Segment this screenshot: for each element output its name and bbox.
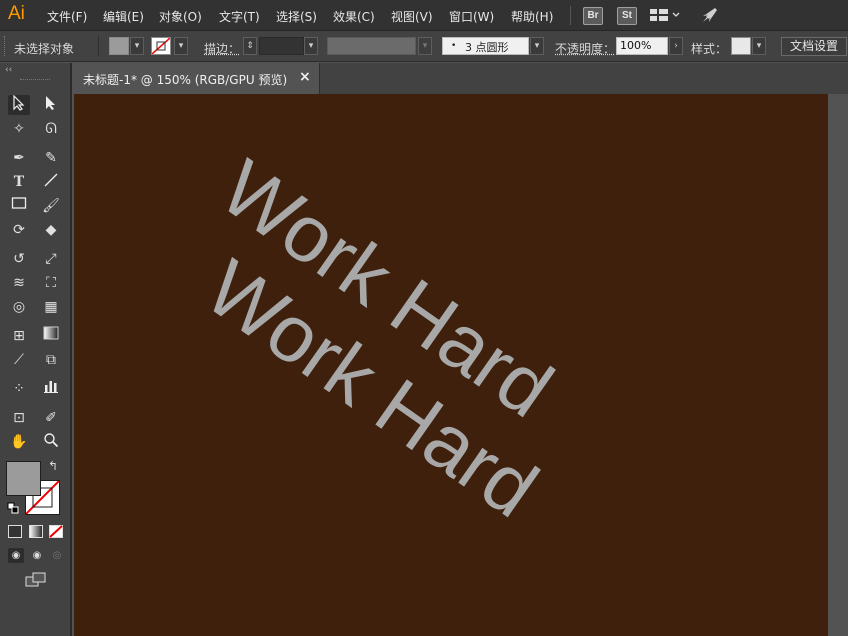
brush-dropdown[interactable]: ▾ (530, 37, 544, 55)
bridge-button[interactable]: Br (583, 7, 603, 25)
menu-window[interactable]: 窗口(W) (449, 8, 494, 25)
opacity-input[interactable]: 100% (616, 37, 668, 55)
variable-width-dropdown[interactable]: ▾ (418, 37, 432, 55)
magic-wand-tool-icon[interactable]: ✧ (8, 119, 30, 139)
menu-type[interactable]: 文字(T) (219, 8, 260, 25)
slice-tool-icon[interactable]: ✐ (40, 408, 62, 428)
zoom-tool-icon[interactable] (40, 432, 62, 452)
control-bar: 未选择对象 ▾ ▾ 描边： ⇕ ▾ ▾ • 3 点圆形 ▾ 不透明度： 100%… (0, 31, 848, 62)
stroke-swatch[interactable] (151, 37, 171, 55)
menu-select[interactable]: 选择(S) (276, 8, 317, 25)
type-tool-icon[interactable]: T (8, 172, 30, 192)
menu-effect[interactable]: 效果(C) (333, 8, 375, 25)
gradient-mode-icon[interactable] (29, 525, 43, 541)
change-screen-mode-icon[interactable] (25, 572, 47, 591)
pen-tool-icon[interactable]: ✒ (8, 148, 30, 168)
selection-tool-icon[interactable] (8, 94, 30, 115)
menu-help[interactable]: 帮助(H) (511, 8, 553, 25)
opacity-arrow[interactable]: › (669, 37, 683, 55)
artboard-canvas[interactable]: Work Hard Work Hard (74, 94, 828, 636)
draw-inside-icon[interactable]: ◎ (49, 548, 65, 563)
fill-color-box[interactable] (6, 461, 41, 496)
artboard-tool-icon[interactable]: ⊡ (8, 408, 30, 428)
shaper-tool-icon[interactable]: ⟳ (8, 220, 30, 240)
menu-file[interactable]: 文件(F) (47, 8, 87, 25)
menu-divider (570, 6, 571, 25)
width-tool-icon[interactable]: ≋ (8, 273, 30, 293)
scale-tool-icon[interactable]: ⤢ (40, 249, 62, 269)
variable-width-profile[interactable] (327, 37, 416, 55)
divider (98, 36, 99, 56)
swap-fill-stroke-icon[interactable]: ↰ (48, 459, 58, 473)
draw-normal-icon[interactable]: ◉ (8, 548, 24, 563)
app-logo: Ai (8, 3, 25, 24)
mesh-tool-icon[interactable]: ⊞ (8, 326, 30, 346)
menu-bar: Ai 文件(F) 编辑(E) 对象(O) 文字(T) 选择(S) 效果(C) 视… (0, 0, 848, 31)
perspective-grid-tool-icon[interactable]: ▦ (40, 297, 62, 317)
opacity-label[interactable]: 不透明度： (555, 40, 615, 57)
eyedropper-tool-icon[interactable]: ⟋ (8, 350, 30, 370)
shape-builder-tool-icon[interactable]: ◎ (8, 297, 30, 317)
menu-object[interactable]: 对象(O) (159, 8, 202, 25)
fill-dropdown[interactable]: ▾ (130, 37, 144, 55)
rocket-icon[interactable] (700, 5, 720, 28)
stroke-weight-input[interactable] (259, 37, 304, 55)
lasso-tool-icon[interactable]: ᘏ (40, 119, 62, 139)
none-mode-icon[interactable] (49, 525, 63, 541)
brush-dot-icon: • (451, 41, 457, 51)
document-tab-title: 未标题-1* @ 150% (RGB/GPU 预览) (83, 73, 288, 87)
brush-definition-value: 3 点圆形 (465, 41, 509, 54)
graphic-style-dropdown[interactable]: ▾ (752, 37, 766, 55)
free-transform-tool-icon[interactable]: ⛶ (40, 273, 62, 293)
document-setup-button[interactable]: 文档设置 (781, 37, 847, 56)
document-tab[interactable]: 未标题-1* @ 150% (RGB/GPU 预览) × (74, 63, 320, 94)
menu-view[interactable]: 视图(V) (391, 8, 433, 25)
opacity-value: 100% (620, 39, 652, 52)
rotate-tool-icon[interactable]: ↺ (8, 249, 30, 269)
document-tab-bar: 未标题-1* @ 150% (RGB/GPU 预览) × (74, 63, 848, 94)
curvature-tool-icon[interactable]: ✎ (40, 148, 62, 168)
menu-edit[interactable]: 编辑(E) (103, 8, 144, 25)
fill-swatch[interactable] (109, 37, 129, 55)
control-bar-grip[interactable] (4, 36, 8, 56)
stroke-dropdown[interactable]: ▾ (174, 37, 188, 55)
symbol-sprayer-tool-icon[interactable]: ⁘ (8, 379, 30, 399)
stroke-weight-stepper[interactable]: ⇕ (243, 37, 257, 55)
hand-tool-icon[interactable]: ✋ (8, 432, 30, 452)
blend-tool-icon[interactable]: ⧉ (40, 350, 62, 370)
direct-selection-tool-icon[interactable] (40, 95, 62, 115)
stock-button[interactable]: St (617, 7, 637, 25)
graphic-style-swatch[interactable] (731, 37, 751, 55)
paintbrush-tool-icon[interactable]: 🖌 (40, 196, 62, 216)
arrange-documents-icon[interactable] (650, 8, 680, 25)
default-fill-stroke-icon[interactable] (7, 502, 19, 517)
close-icon[interactable]: × (299, 69, 311, 85)
pasteboard-edge (828, 94, 848, 636)
brush-definition[interactable]: • 3 点圆形 (442, 37, 529, 55)
collapse-panel-icon[interactable]: ‹‹ (5, 65, 12, 75)
panel-grip[interactable] (20, 79, 50, 80)
tools-panel: ‹‹ ✧ ᘏ ✒ ✎ T 🖌 ⟳ ◆ ↺ ⤢ ≋ ⛶ ◎ ▦ ⊞ ⟋ ⧉ ⁘ ⊡… (0, 63, 72, 636)
style-label: 样式： (691, 42, 728, 56)
selection-status: 未选择对象 (14, 42, 75, 56)
line-segment-tool-icon[interactable] (40, 172, 62, 192)
eraser-tool-icon[interactable]: ◆ (40, 220, 62, 240)
color-mode-icon[interactable] (8, 525, 22, 538)
gradient-tool-icon[interactable] (40, 326, 62, 346)
draw-behind-icon[interactable]: ◉ (29, 548, 45, 563)
stroke-label[interactable]: 描边： (204, 40, 240, 57)
stroke-weight-dropdown[interactable]: ▾ (304, 37, 318, 55)
column-graph-tool-icon[interactable] (40, 379, 62, 399)
rectangle-tool-icon[interactable] (8, 196, 30, 216)
